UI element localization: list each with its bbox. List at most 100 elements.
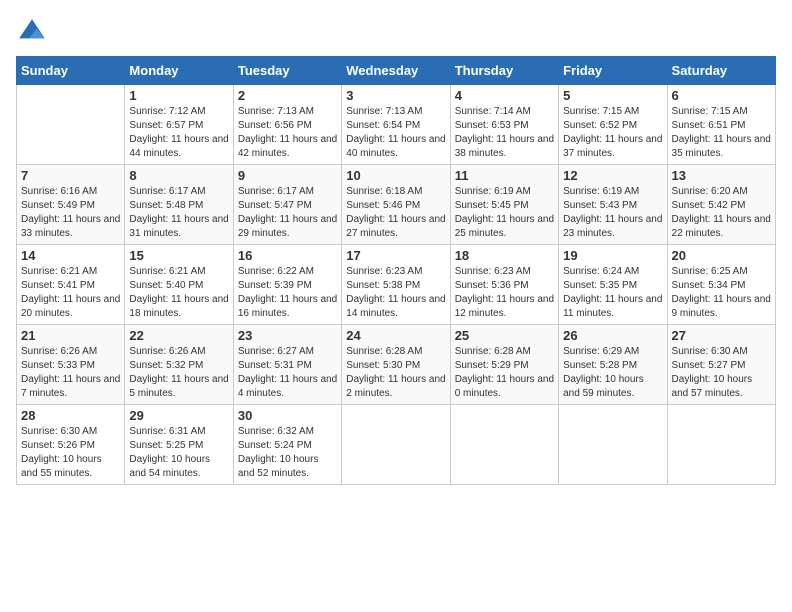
day-info: Sunrise: 6:28 AMSunset: 5:30 PMDaylight:… xyxy=(346,346,445,399)
day-number: 7 xyxy=(21,168,120,183)
calendar-week-2: 7 Sunrise: 6:16 AMSunset: 5:49 PMDayligh… xyxy=(17,165,776,245)
calendar-cell: 8 Sunrise: 6:17 AMSunset: 5:48 PMDayligh… xyxy=(125,165,233,245)
day-info: Sunrise: 6:17 AMSunset: 5:47 PMDaylight:… xyxy=(238,186,337,239)
calendar-cell: 21 Sunrise: 6:26 AMSunset: 5:33 PMDaylig… xyxy=(17,325,125,405)
calendar-cell xyxy=(342,405,450,485)
weekday-header-wednesday: Wednesday xyxy=(342,57,450,85)
calendar-cell: 14 Sunrise: 6:21 AMSunset: 5:41 PMDaylig… xyxy=(17,245,125,325)
day-number: 20 xyxy=(672,248,771,263)
day-number: 24 xyxy=(346,328,445,343)
day-number: 27 xyxy=(672,328,771,343)
calendar-cell: 20 Sunrise: 6:25 AMSunset: 5:34 PMDaylig… xyxy=(667,245,775,325)
calendar-cell: 30 Sunrise: 6:32 AMSunset: 5:24 PMDaylig… xyxy=(233,405,341,485)
calendar-cell: 24 Sunrise: 6:28 AMSunset: 5:30 PMDaylig… xyxy=(342,325,450,405)
day-info: Sunrise: 6:25 AMSunset: 5:34 PMDaylight:… xyxy=(672,266,771,319)
calendar-cell: 16 Sunrise: 6:22 AMSunset: 5:39 PMDaylig… xyxy=(233,245,341,325)
day-info: Sunrise: 7:14 AMSunset: 6:53 PMDaylight:… xyxy=(455,106,554,159)
day-info: Sunrise: 6:32 AMSunset: 5:24 PMDaylight:… xyxy=(238,426,319,479)
day-number: 29 xyxy=(129,408,228,423)
calendar-cell: 15 Sunrise: 6:21 AMSunset: 5:40 PMDaylig… xyxy=(125,245,233,325)
day-number: 4 xyxy=(455,88,554,103)
day-number: 12 xyxy=(563,168,662,183)
calendar-cell: 26 Sunrise: 6:29 AMSunset: 5:28 PMDaylig… xyxy=(559,325,667,405)
weekday-header-thursday: Thursday xyxy=(450,57,558,85)
day-number: 2 xyxy=(238,88,337,103)
calendar-cell: 19 Sunrise: 6:24 AMSunset: 5:35 PMDaylig… xyxy=(559,245,667,325)
day-info: Sunrise: 6:21 AMSunset: 5:40 PMDaylight:… xyxy=(129,266,228,319)
day-info: Sunrise: 6:27 AMSunset: 5:31 PMDaylight:… xyxy=(238,346,337,399)
calendar-cell: 28 Sunrise: 6:30 AMSunset: 5:26 PMDaylig… xyxy=(17,405,125,485)
day-info: Sunrise: 6:23 AMSunset: 5:36 PMDaylight:… xyxy=(455,266,554,319)
day-info: Sunrise: 6:31 AMSunset: 5:25 PMDaylight:… xyxy=(129,426,210,479)
calendar-week-5: 28 Sunrise: 6:30 AMSunset: 5:26 PMDaylig… xyxy=(17,405,776,485)
day-info: Sunrise: 6:20 AMSunset: 5:42 PMDaylight:… xyxy=(672,186,771,239)
calendar-cell xyxy=(450,405,558,485)
day-number: 21 xyxy=(21,328,120,343)
day-number: 17 xyxy=(346,248,445,263)
day-number: 8 xyxy=(129,168,228,183)
calendar-cell: 5 Sunrise: 7:15 AMSunset: 6:52 PMDayligh… xyxy=(559,85,667,165)
day-number: 22 xyxy=(129,328,228,343)
weekday-header-sunday: Sunday xyxy=(17,57,125,85)
day-number: 26 xyxy=(563,328,662,343)
calendar-cell: 29 Sunrise: 6:31 AMSunset: 5:25 PMDaylig… xyxy=(125,405,233,485)
day-number: 30 xyxy=(238,408,337,423)
calendar-cell: 17 Sunrise: 6:23 AMSunset: 5:38 PMDaylig… xyxy=(342,245,450,325)
day-info: Sunrise: 6:26 AMSunset: 5:32 PMDaylight:… xyxy=(129,346,228,399)
day-info: Sunrise: 6:29 AMSunset: 5:28 PMDaylight:… xyxy=(563,346,644,399)
calendar-cell: 12 Sunrise: 6:19 AMSunset: 5:43 PMDaylig… xyxy=(559,165,667,245)
day-number: 28 xyxy=(21,408,120,423)
day-number: 25 xyxy=(455,328,554,343)
day-number: 13 xyxy=(672,168,771,183)
calendar-week-1: 1 Sunrise: 7:12 AMSunset: 6:57 PMDayligh… xyxy=(17,85,776,165)
day-info: Sunrise: 6:30 AMSunset: 5:27 PMDaylight:… xyxy=(672,346,753,399)
day-info: Sunrise: 7:13 AMSunset: 6:56 PMDaylight:… xyxy=(238,106,337,159)
day-info: Sunrise: 7:13 AMSunset: 6:54 PMDaylight:… xyxy=(346,106,445,159)
day-info: Sunrise: 7:12 AMSunset: 6:57 PMDaylight:… xyxy=(129,106,228,159)
day-info: Sunrise: 6:30 AMSunset: 5:26 PMDaylight:… xyxy=(21,426,102,479)
day-info: Sunrise: 6:17 AMSunset: 5:48 PMDaylight:… xyxy=(129,186,228,239)
day-info: Sunrise: 6:23 AMSunset: 5:38 PMDaylight:… xyxy=(346,266,445,319)
day-info: Sunrise: 6:21 AMSunset: 5:41 PMDaylight:… xyxy=(21,266,120,319)
day-number: 14 xyxy=(21,248,120,263)
day-info: Sunrise: 6:22 AMSunset: 5:39 PMDaylight:… xyxy=(238,266,337,319)
calendar-cell: 10 Sunrise: 6:18 AMSunset: 5:46 PMDaylig… xyxy=(342,165,450,245)
calendar-cell: 3 Sunrise: 7:13 AMSunset: 6:54 PMDayligh… xyxy=(342,85,450,165)
calendar-cell: 6 Sunrise: 7:15 AMSunset: 6:51 PMDayligh… xyxy=(667,85,775,165)
calendar-cell: 1 Sunrise: 7:12 AMSunset: 6:57 PMDayligh… xyxy=(125,85,233,165)
calendar-cell: 22 Sunrise: 6:26 AMSunset: 5:32 PMDaylig… xyxy=(125,325,233,405)
calendar-cell xyxy=(17,85,125,165)
day-number: 15 xyxy=(129,248,228,263)
calendar-cell: 25 Sunrise: 6:28 AMSunset: 5:29 PMDaylig… xyxy=(450,325,558,405)
calendar-week-4: 21 Sunrise: 6:26 AMSunset: 5:33 PMDaylig… xyxy=(17,325,776,405)
calendar-table: SundayMondayTuesdayWednesdayThursdayFrid… xyxy=(16,56,776,485)
weekday-header-monday: Monday xyxy=(125,57,233,85)
day-number: 11 xyxy=(455,168,554,183)
calendar-cell: 9 Sunrise: 6:17 AMSunset: 5:47 PMDayligh… xyxy=(233,165,341,245)
calendar-cell xyxy=(667,405,775,485)
weekday-header-tuesday: Tuesday xyxy=(233,57,341,85)
day-info: Sunrise: 7:15 AMSunset: 6:51 PMDaylight:… xyxy=(672,106,771,159)
weekday-header-row: SundayMondayTuesdayWednesdayThursdayFrid… xyxy=(17,57,776,85)
calendar-cell: 27 Sunrise: 6:30 AMSunset: 5:27 PMDaylig… xyxy=(667,325,775,405)
day-number: 18 xyxy=(455,248,554,263)
day-number: 16 xyxy=(238,248,337,263)
day-number: 5 xyxy=(563,88,662,103)
day-info: Sunrise: 6:28 AMSunset: 5:29 PMDaylight:… xyxy=(455,346,554,399)
calendar-cell: 4 Sunrise: 7:14 AMSunset: 6:53 PMDayligh… xyxy=(450,85,558,165)
logo xyxy=(16,16,52,48)
day-number: 6 xyxy=(672,88,771,103)
calendar-cell: 7 Sunrise: 6:16 AMSunset: 5:49 PMDayligh… xyxy=(17,165,125,245)
day-number: 3 xyxy=(346,88,445,103)
calendar-cell: 2 Sunrise: 7:13 AMSunset: 6:56 PMDayligh… xyxy=(233,85,341,165)
calendar-cell: 23 Sunrise: 6:27 AMSunset: 5:31 PMDaylig… xyxy=(233,325,341,405)
day-number: 19 xyxy=(563,248,662,263)
day-info: Sunrise: 6:16 AMSunset: 5:49 PMDaylight:… xyxy=(21,186,120,239)
day-number: 10 xyxy=(346,168,445,183)
day-info: Sunrise: 6:19 AMSunset: 5:45 PMDaylight:… xyxy=(455,186,554,239)
day-number: 1 xyxy=(129,88,228,103)
day-info: Sunrise: 6:26 AMSunset: 5:33 PMDaylight:… xyxy=(21,346,120,399)
day-info: Sunrise: 6:24 AMSunset: 5:35 PMDaylight:… xyxy=(563,266,662,319)
day-info: Sunrise: 6:19 AMSunset: 5:43 PMDaylight:… xyxy=(563,186,662,239)
calendar-week-3: 14 Sunrise: 6:21 AMSunset: 5:41 PMDaylig… xyxy=(17,245,776,325)
